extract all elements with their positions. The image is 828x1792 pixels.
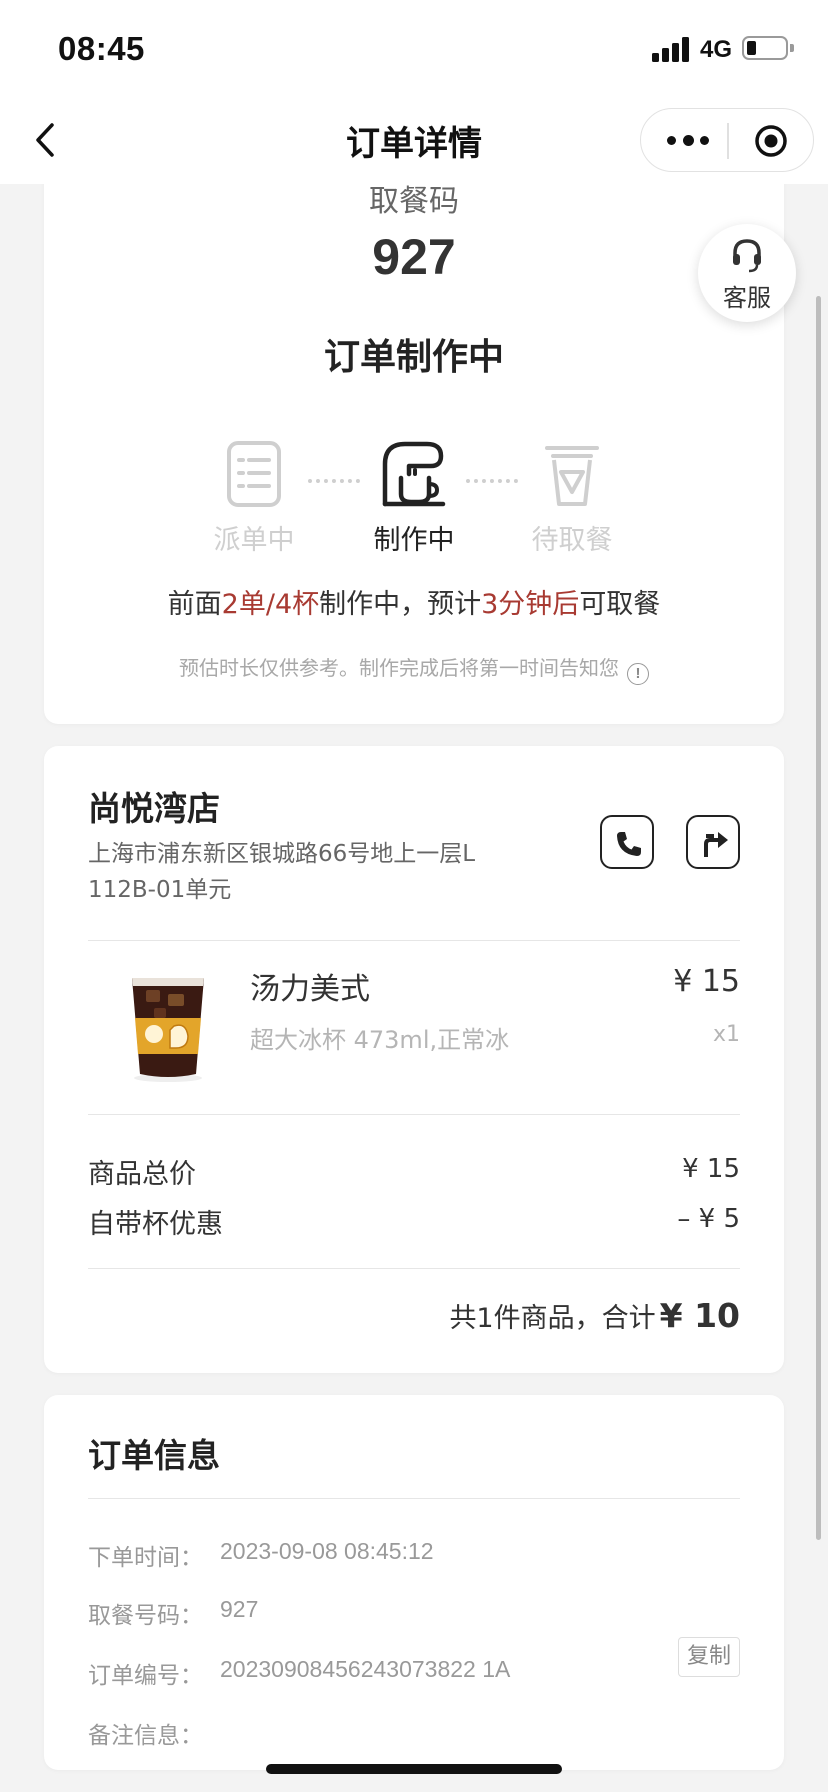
phone-icon (617, 832, 641, 856)
queue-prefix: 前面 (167, 589, 222, 620)
divider (88, 1268, 740, 1269)
order-number-label: 订单编号： (88, 1663, 203, 1689)
total-amount: ¥ 10 (659, 1296, 740, 1335)
total-prefix: 共1件商品，合计 (449, 1303, 656, 1334)
status-time: 08:45 (58, 30, 145, 67)
divider (88, 1114, 740, 1115)
pickup-number-value: 927 (220, 1596, 259, 1622)
mini-program-capsule (640, 108, 814, 172)
order-info-title: 订单信息 (88, 1436, 220, 1475)
order-detail-page: 08:45 4G 订单详情 取餐码 927 订单制作中 派单中 制作中 待取餐 … (0, 0, 828, 1792)
store-order-card: 尚悦湾店 上海市浦东新区银城路66号地上一层L112B-01单元 汤力美式 超大… (44, 746, 784, 1373)
store-name: 尚悦湾店 (88, 789, 220, 828)
queue-middle: 制作中，预计 (319, 589, 482, 620)
product-image (132, 978, 204, 1082)
network-type: 4G (700, 36, 733, 63)
estimate-notice: 预估时长仅供参考。制作完成后将第一时间告知您! (44, 652, 784, 685)
queue-estimate: 前面2单/4杯制作中，预计3分钟后可取餐 (44, 582, 784, 621)
queue-suffix: 可取餐 (579, 589, 661, 620)
customer-service-label: 客服 (723, 284, 771, 312)
capsule-divider (727, 123, 729, 159)
battery-icon (742, 36, 794, 60)
more-icon[interactable] (665, 123, 711, 157)
navigate-store-button[interactable] (686, 815, 740, 869)
divider (88, 1498, 740, 1499)
store-address: 上海市浦东新区银城路66号地上一层L112B-01单元 (88, 841, 476, 903)
product-spec: 超大冰杯 473ml,正常冰 (250, 1026, 510, 1054)
nav-bar: 订单详情 (0, 94, 828, 184)
product-name: 汤力美式 (250, 972, 370, 1007)
order-total: 共1件商品，合计 ¥ 10 (449, 1296, 740, 1335)
home-indicator[interactable] (266, 1764, 562, 1774)
order-number-value: 20230908456243073822 1A (220, 1656, 511, 1682)
step-connector (308, 479, 360, 483)
step-making: 制作中 (354, 440, 474, 557)
remark-label: 备注信息： (88, 1723, 203, 1749)
order-time-value: 2023-09-08 08:45:12 (220, 1538, 434, 1564)
product-qty: x1 (712, 1022, 740, 1047)
discount-label: 自带杯优惠 (88, 1209, 223, 1240)
close-target-icon[interactable] (753, 123, 789, 159)
step-dispatching: 派单中 (194, 440, 314, 557)
pickup-code: 927 (372, 229, 456, 285)
cup-icon (545, 446, 599, 506)
scrollbar[interactable] (816, 296, 821, 1540)
info-icon[interactable]: ! (627, 663, 649, 685)
headset-icon (733, 239, 761, 273)
navigation-arrow-icon (704, 832, 728, 857)
signal-icon (652, 36, 692, 62)
copy-order-number-button[interactable]: 复制 (678, 1637, 740, 1677)
queue-eta: 3分钟后 (481, 589, 580, 620)
order-info-card: 订单信息 下单时间： 2023-09-08 08:45:12 取餐号码： 927… (44, 1395, 784, 1770)
subtotal-label: 商品总价 (88, 1159, 196, 1190)
product-price: ¥ 15 (673, 964, 740, 999)
pickup-status-card: 取餐码 927 订单制作中 派单中 制作中 待取餐 前面2单/4杯制作中，预计3… (44, 150, 784, 724)
coffee-machine-icon (382, 441, 446, 507)
order-time-label: 下单时间： (88, 1545, 203, 1571)
divider (88, 940, 740, 941)
step-label: 制作中 (373, 525, 455, 556)
step-ready: 待取餐 (512, 440, 632, 557)
step-label: 派单中 (213, 525, 295, 556)
receipt-list-icon (227, 441, 281, 507)
step-connector (466, 479, 518, 483)
status-bar: 08:45 4G (0, 0, 828, 94)
subtotal-value: ¥ 15 (682, 1154, 740, 1184)
notice-text: 预估时长仅供参考。制作完成后将第一时间告知您 (179, 656, 619, 680)
customer-service-button[interactable]: 客服 (698, 224, 796, 322)
discount-value: – ¥ 5 (677, 1204, 740, 1234)
step-label: 待取餐 (531, 525, 613, 556)
call-store-button[interactable] (600, 815, 654, 869)
queue-orders: 2单/4杯 (221, 589, 320, 620)
order-status-title: 订单制作中 (323, 337, 504, 378)
pickup-number-label: 取餐号码： (88, 1603, 203, 1629)
